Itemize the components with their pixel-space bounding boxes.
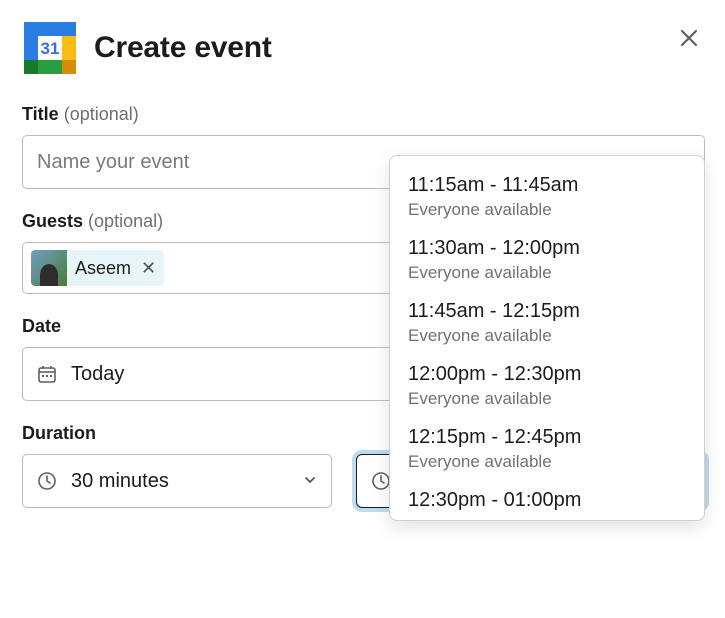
modal-title: Create event <box>94 31 272 65</box>
time-option-sub: Everyone available <box>408 262 686 284</box>
time-option-sub: Everyone available <box>408 199 686 221</box>
time-option-label: 12:30pm - 01:00pm <box>408 487 686 514</box>
avatar <box>31 250 67 286</box>
time-option-label: 11:30am - 12:00pm <box>408 235 686 262</box>
remove-guest-button[interactable]: ✕ <box>139 258 156 279</box>
time-option-label: 11:45am - 12:15pm <box>408 298 686 325</box>
calendar-icon <box>37 364 57 384</box>
time-option[interactable]: 11:45am - 12:15pm Everyone available <box>390 292 704 355</box>
google-calendar-icon: 31 <box>22 20 78 76</box>
guest-chip: Aseem ✕ <box>31 250 164 286</box>
guests-label-text: Guests <box>22 211 83 231</box>
close-icon <box>677 26 701 50</box>
modal-header: 31 Create event <box>22 20 705 76</box>
time-option[interactable]: 11:15am - 11:45am Everyone available <box>390 166 704 229</box>
time-option-label: 12:15pm - 12:45pm <box>408 424 686 451</box>
time-option-sub: Everyone available <box>408 325 686 347</box>
time-option[interactable]: 11:30am - 12:00pm Everyone available <box>390 229 704 292</box>
title-label: Title (optional) <box>22 104 705 125</box>
time-option-label: 12:00pm - 12:30pm <box>408 361 686 388</box>
time-options-dropdown: 11:15am - 11:45am Everyone available 11:… <box>389 155 705 521</box>
time-option[interactable]: 12:15pm - 12:45pm Everyone available <box>390 418 704 481</box>
guest-name: Aseem <box>75 258 131 279</box>
title-label-text: Title <box>22 104 59 124</box>
duration-select[interactable]: 30 minutes <box>22 454 332 508</box>
svg-text:31: 31 <box>41 39 60 58</box>
duration-value: 30 minutes <box>71 470 169 493</box>
time-option-label: 11:15am - 11:45am <box>408 172 686 199</box>
time-option[interactable]: 12:00pm - 12:30pm Everyone available <box>390 355 704 418</box>
title-optional: (optional) <box>64 104 139 124</box>
time-option-sub: Everyone available <box>408 388 686 410</box>
close-button[interactable] <box>677 26 701 50</box>
time-option-sub: Everyone available <box>408 451 686 473</box>
clock-icon <box>371 471 391 491</box>
chevron-down-icon <box>303 470 317 493</box>
time-option[interactable]: 12:30pm - 01:00pm <box>390 481 704 518</box>
date-value: Today <box>71 363 124 386</box>
guests-optional: (optional) <box>88 211 163 231</box>
clock-icon <box>37 471 57 491</box>
